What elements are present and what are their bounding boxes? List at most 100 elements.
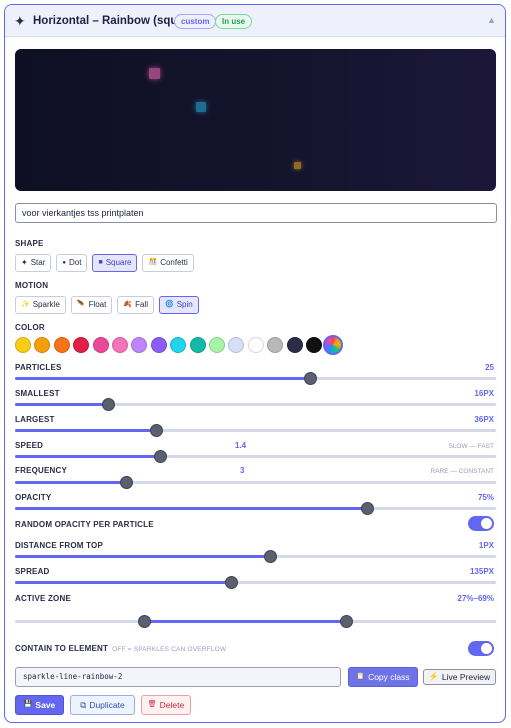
slider-handle[interactable]	[153, 450, 167, 463]
range-start-handle[interactable]	[138, 615, 152, 628]
smallest-label: SMALLEST	[15, 389, 60, 398]
panel-header[interactable]: ✦ Horizontal – Rainbow (squares) custom …	[5, 5, 505, 37]
slider-handle[interactable]	[102, 398, 116, 411]
copy-icon: ⧉	[80, 700, 87, 710]
color-swatch[interactable]	[306, 337, 322, 353]
lightning-icon: ⚡	[428, 672, 439, 681]
slider-handle[interactable]	[120, 476, 134, 489]
duplicate-button[interactable]: ⧉ Duplicate	[70, 695, 135, 715]
active-zone-label: ACTIVE ZONE	[15, 594, 71, 603]
smallest-slider[interactable]	[15, 398, 496, 411]
slider-handle[interactable]	[150, 424, 164, 437]
shape-options: ✦ Star ● Dot ■ Square 🎊 Confetti	[15, 254, 194, 272]
color-swatch[interactable]	[267, 337, 284, 353]
copy-class-button[interactable]: 📋 Copy class	[348, 667, 418, 687]
frequency-slider[interactable]	[15, 476, 496, 489]
random-opacity-label: RANDOM OPACITY PER PARTICLE	[15, 520, 154, 529]
motion-float-chip[interactable]: 🪶 Float	[70, 296, 113, 314]
speed-value: 1.4	[235, 441, 247, 450]
contain-to-element-toggle[interactable]	[468, 641, 494, 656]
speed-label: SPEED	[15, 441, 44, 450]
square-icon: ■	[98, 259, 103, 266]
color-swatch[interactable]	[34, 337, 51, 353]
opacity-label: OPACITY	[15, 493, 52, 502]
color-swatch[interactable]	[247, 337, 264, 353]
active-zone-range-slider[interactable]	[15, 615, 496, 628]
color-swatch[interactable]	[112, 337, 128, 353]
chevron-up-icon[interactable]: ▲	[487, 15, 496, 25]
color-swatch[interactable]	[15, 337, 31, 353]
shape-confetti-chip[interactable]: 🎊 Confetti	[142, 254, 194, 272]
random-opacity-toggle[interactable]	[468, 516, 494, 531]
clipboard-icon: 📋	[356, 673, 366, 680]
class-name-field[interactable]: sparkle-line-rainbow-2	[15, 667, 341, 687]
smallest-value: 16PX	[474, 389, 494, 398]
preview-particle	[196, 102, 206, 112]
color-swatch[interactable]	[228, 337, 245, 353]
slider-handle[interactable]	[361, 502, 375, 515]
leaf-icon: 🍂	[123, 301, 133, 308]
color-swatch[interactable]	[131, 337, 148, 353]
particles-value: 25	[485, 363, 494, 372]
sparkle-preview-canvas	[15, 49, 496, 191]
star-icon: ✦	[21, 258, 28, 267]
motion-label: MOTION	[15, 281, 49, 290]
spiral-icon: 🌀	[164, 301, 174, 308]
color-swatch[interactable]	[170, 337, 187, 353]
feather-icon: 🪶	[76, 301, 86, 308]
in-use-badge: In use	[215, 14, 253, 29]
slider-handle[interactable]	[225, 576, 239, 589]
custom-badge: custom	[174, 14, 217, 29]
color-swatch[interactable]	[73, 337, 90, 353]
confetti-icon: 🎊	[148, 259, 158, 266]
largest-value: 36PX	[474, 415, 494, 424]
particles-slider[interactable]	[15, 372, 496, 385]
opacity-value: 75%	[477, 493, 494, 502]
spread-label: SPREAD	[15, 567, 50, 576]
contain-hint: OFF = SPARKLES CAN OVERFLOW	[112, 646, 227, 653]
distance-from-top-label: DISTANCE FROM TOP	[15, 541, 103, 550]
motion-spin-chip[interactable]: 🌀 Spin	[158, 296, 199, 314]
description-input[interactable]: voor vierkantjes tss printplaten	[15, 203, 497, 223]
motion-fall-chip[interactable]: 🍂 Fall	[117, 296, 154, 314]
floppy-icon: 💾	[23, 701, 33, 708]
preview-particle	[294, 162, 301, 169]
motion-sparkle-chip[interactable]: ✨ Sparkle	[15, 296, 66, 314]
spread-slider[interactable]	[15, 576, 496, 589]
speed-hint: SLOW — FAST	[448, 443, 494, 450]
range-end-handle[interactable]	[340, 615, 354, 628]
shape-star-chip[interactable]: ✦ Star	[15, 254, 52, 272]
color-swatch[interactable]	[189, 337, 206, 353]
color-swatch[interactable]	[92, 337, 109, 353]
motion-options: ✨ Sparkle 🪶 Float 🍂 Fall 🌀 Spin	[15, 296, 199, 314]
shape-dot-chip[interactable]: ● Dot	[56, 254, 88, 272]
spread-value: 135PX	[469, 567, 494, 576]
shape-square-chip[interactable]: ■ Square	[92, 254, 138, 272]
rainbow-swatch[interactable]	[323, 335, 344, 355]
color-label: COLOR	[15, 323, 45, 332]
speed-slider[interactable]	[15, 450, 496, 463]
slider-handle[interactable]	[264, 550, 278, 563]
save-button[interactable]: 💾 Save	[15, 695, 64, 715]
distance-from-top-value: 1PX	[478, 541, 494, 550]
dot-icon: ●	[62, 260, 66, 266]
live-preview-button[interactable]: ⚡ Live Preview	[423, 669, 496, 685]
frequency-value: 3	[240, 466, 245, 475]
largest-label: LARGEST	[15, 415, 55, 424]
color-swatch[interactable]	[209, 337, 225, 353]
trash-icon: 🗑	[147, 701, 157, 708]
slider-handle[interactable]	[303, 372, 317, 385]
opacity-slider[interactable]	[15, 502, 496, 515]
distance-from-top-slider[interactable]	[15, 550, 496, 563]
color-swatch[interactable]	[286, 337, 303, 353]
frequency-hint: RARE — CONSTANT	[430, 468, 494, 475]
largest-slider[interactable]	[15, 424, 496, 437]
sparkle-preset-panel: ✦ Horizontal – Rainbow (squares) custom …	[4, 4, 506, 723]
delete-button[interactable]: 🗑 Delete	[141, 695, 191, 715]
color-swatch[interactable]	[53, 337, 70, 353]
color-swatch[interactable]	[150, 337, 167, 353]
contain-to-element-label: CONTAIN TO ELEMENT OFF = SPARKLES CAN OVE…	[15, 644, 227, 653]
active-zone-value: 27%–69%	[457, 594, 494, 603]
sparkles-icon: ✨	[21, 301, 30, 308]
preview-particle	[149, 68, 160, 79]
